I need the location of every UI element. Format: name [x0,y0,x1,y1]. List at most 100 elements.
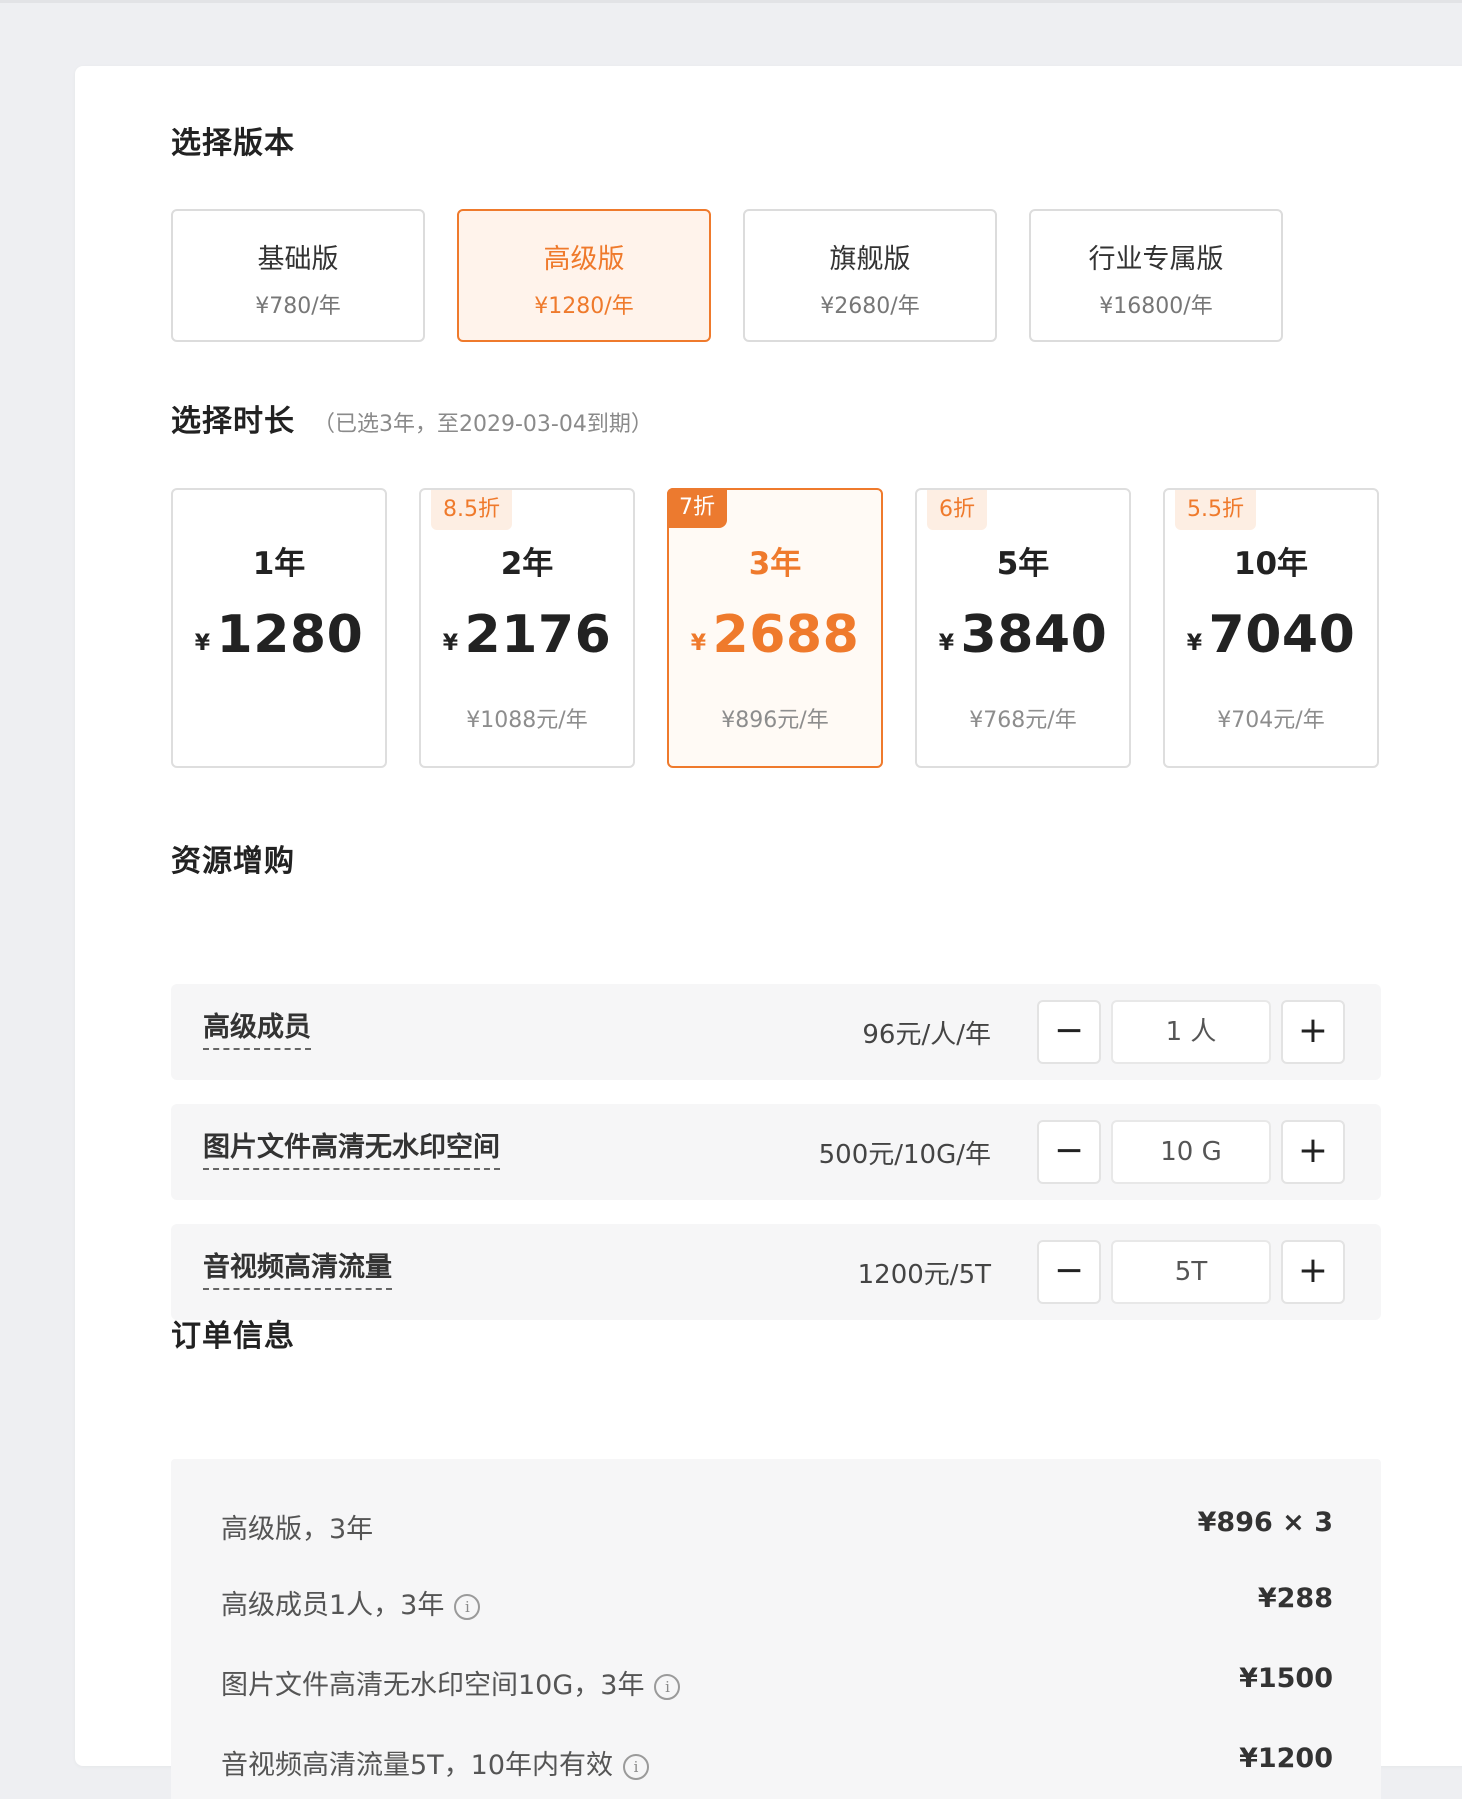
order-line-label-text: 高级版，3年 [221,1514,374,1545]
duration-price-value: 7040 [1208,605,1356,665]
addon-name[interactable]: 音视频高清流量 [203,1252,392,1290]
version-name: 基础版 [257,244,339,275]
version-price: ¥1280/年 [534,294,634,319]
quantity-stepper: − 10 G + [1037,1120,1345,1184]
currency-symbol: ¥ [690,631,707,656]
order-line-amount: ¥288 [1257,1583,1333,1614]
order-line-amount: ¥1500 [1239,1663,1333,1694]
duration-per-year: ¥768元/年 [969,708,1077,733]
order-line-label: 音视频高清流量5T，10年内有效 i [221,1743,650,1782]
version-name: 旗舰版 [829,244,911,275]
duration-price-value: 3840 [960,605,1108,665]
duration-option-10-years[interactable]: 5.5折 10年 ¥7040 ¥704元/年 [1163,488,1379,768]
duration-per-year: ¥896元/年 [721,708,829,733]
duration-total-price: ¥7040 [1165,605,1377,674]
duration-options: 1年 ¥1280 8.5折 2年 ¥2176 ¥1088元/年 7折 3年 ¥2… [171,488,1379,768]
decrement-button[interactable]: − [1037,1120,1101,1184]
duration-option-1-year[interactable]: 1年 ¥1280 [171,488,387,768]
top-border [0,0,1462,3]
order-line-label-text: 高级成员1人，3年 [221,1590,445,1621]
discount-badge: 7折 [667,488,727,528]
order-line: 高级版，3年 ¥896 × 3 [221,1507,1333,1547]
order-line-amount: ¥896 × 3 [1197,1507,1333,1538]
order-line: 高级成员1人，3年 i ¥288 [221,1583,1333,1623]
order-line-label-text: 音视频高清流量5T，10年内有效 [221,1750,614,1781]
increment-button[interactable]: + [1281,1120,1345,1184]
order-line-label: 高级成员1人，3年 i [221,1583,481,1622]
version-section-title-text: 选择版本 [171,126,295,161]
duration-total-price: ¥2176 [421,605,633,674]
addon-name[interactable]: 图片文件高清无水印空间 [203,1132,500,1170]
duration-years: 2年 [500,546,554,582]
duration-years: 3年 [748,546,802,582]
order-line-label-text: 图片文件高清无水印空间10G，3年 [221,1670,645,1701]
duration-option-2-years[interactable]: 8.5折 2年 ¥2176 ¥1088元/年 [419,488,635,768]
version-options: 基础版 ¥780/年 高级版 ¥1280/年 旗舰版 ¥2680/年 行业专属版… [171,209,1283,342]
addon-unit-price: 1200元/5T [857,1260,991,1290]
decrement-button[interactable]: − [1037,1240,1101,1304]
order-section-title: 订单信息 [171,1311,295,1355]
duration-total-price: ¥1280 [173,605,385,674]
version-name: 高级版 [543,244,625,275]
version-option-industry[interactable]: 行业专属版 ¥16800/年 [1029,209,1283,342]
duration-section-title-text: 选择时长 [171,404,295,439]
duration-total-price: ¥2688 [669,605,881,674]
addon-row-image-storage: 图片文件高清无水印空间 500元/10G/年 − 10 G + [171,1104,1381,1200]
duration-per-year: ¥704元/年 [1217,708,1325,733]
addon-unit-price: 96元/人/年 [862,1020,991,1050]
version-price: ¥2680/年 [820,294,920,319]
currency-symbol: ¥ [194,631,211,656]
currency-symbol: ¥ [938,631,955,656]
addon-row-av-traffic: 音视频高清流量 1200元/5T − 5T + [171,1224,1381,1320]
info-circle-icon[interactable]: i [454,1594,481,1620]
addon-list: 高级成员 96元/人/年 − 1 人 + 图片文件高清无水印空间 500元/10… [171,984,1381,1344]
version-option-basic[interactable]: 基础版 ¥780/年 [171,209,425,342]
version-option-advanced[interactable]: 高级版 ¥1280/年 [457,209,711,342]
purchase-card: 选择版本 基础版 ¥780/年 高级版 ¥1280/年 旗舰版 ¥2680/年 … [75,66,1462,1799]
info-circle-icon[interactable]: i [654,1674,681,1700]
version-price: ¥780/年 [255,294,341,319]
duration-per-year: ¥1088元/年 [466,708,588,733]
duration-option-5-years[interactable]: 6折 5年 ¥3840 ¥768元/年 [915,488,1131,768]
increment-button[interactable]: + [1281,1240,1345,1304]
order-section-title-text: 订单信息 [171,1319,295,1354]
order-line-amount: ¥1200 [1239,1743,1333,1774]
duration-years: 1年 [252,546,306,582]
order-line-label: 图片文件高清无水印空间10G，3年 i [221,1663,681,1702]
duration-years: 10年 [1233,546,1309,582]
duration-total-price: ¥3840 [917,605,1129,674]
increment-button[interactable]: + [1281,1000,1345,1064]
quantity-stepper: − 1 人 + [1037,1000,1345,1064]
addons-section-title-text: 资源增购 [171,844,295,879]
currency-symbol: ¥ [1186,631,1203,656]
order-line: 图片文件高清无水印空间10G，3年 i ¥1500 [221,1663,1333,1703]
duration-years: 5年 [996,546,1050,582]
quantity-input[interactable]: 5T [1111,1240,1271,1304]
version-option-flagship[interactable]: 旗舰版 ¥2680/年 [743,209,997,342]
order-summary: 高级版，3年 ¥896 × 3 高级成员1人，3年 i ¥288 图片文件高清无水… [171,1459,1381,1799]
version-price: ¥16800/年 [1099,294,1213,319]
discount-badge: 6折 [927,490,987,530]
quantity-input[interactable]: 1 人 [1111,1000,1271,1064]
info-circle-icon[interactable]: i [623,1754,650,1780]
duration-section-title: 选择时长 （已选3年，至2029-03-04到期） [171,396,653,440]
currency-symbol: ¥ [442,631,459,656]
quantity-input[interactable]: 10 G [1111,1120,1271,1184]
discount-badge: 5.5折 [1175,490,1256,530]
duration-price-value: 1280 [216,605,364,665]
decrement-button[interactable]: − [1037,1000,1101,1064]
duration-expiry-note: （已选3年，至2029-03-04到期） [313,412,653,437]
discount-badge: 8.5折 [431,490,512,530]
duration-price-value: 2176 [464,605,612,665]
order-line: 音视频高清流量5T，10年内有效 i ¥1200 [221,1743,1333,1783]
addon-name[interactable]: 高级成员 [203,1012,311,1050]
addons-section-title: 资源增购 [171,836,295,880]
quantity-stepper: − 5T + [1037,1240,1345,1304]
version-name: 行业专属版 [1088,244,1224,275]
duration-price-value: 2688 [712,605,860,665]
addon-row-advanced-members: 高级成员 96元/人/年 − 1 人 + [171,984,1381,1080]
order-line-label: 高级版，3年 [221,1507,373,1546]
version-section-title: 选择版本 [171,118,295,162]
addon-unit-price: 500元/10G/年 [818,1140,991,1170]
duration-option-3-years[interactable]: 7折 3年 ¥2688 ¥896元/年 [667,488,883,768]
